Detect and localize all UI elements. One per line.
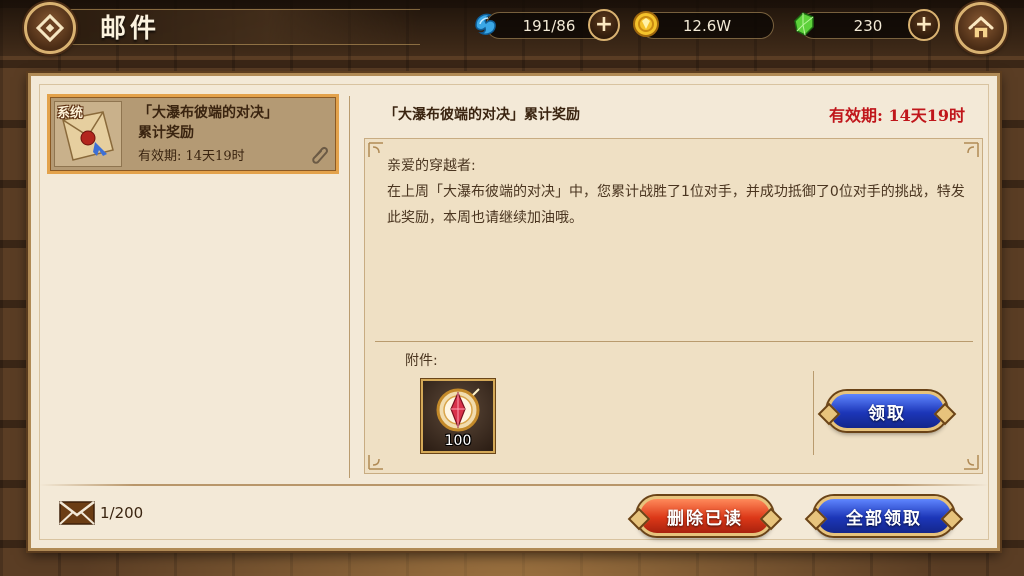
crystal-medal-icon xyxy=(436,388,480,432)
claim-all-button[interactable]: 全部领取 xyxy=(814,496,954,536)
back-diamond-icon xyxy=(35,13,65,43)
home-button[interactable] xyxy=(955,2,1007,54)
envelope-icon xyxy=(59,501,95,525)
footer-divider xyxy=(39,484,989,486)
list-detail-divider xyxy=(349,96,350,478)
add-gem-button[interactable]: + xyxy=(908,9,940,41)
gold-coin-icon xyxy=(631,9,661,39)
green-gem-icon xyxy=(789,9,819,39)
claim-divider xyxy=(813,371,814,455)
letter-thumbnail-icon: 系统 xyxy=(54,101,122,167)
water-crystal-icon xyxy=(470,9,500,39)
add-stamina-button[interactable]: + xyxy=(588,9,620,41)
mail-item-title: 「大瀑布彼端的对决」累计奖励 xyxy=(138,105,278,141)
title-strip xyxy=(40,9,420,45)
letter-greeting: 亲爱的穿越者: xyxy=(387,158,476,174)
corner-ornament-icon xyxy=(964,142,979,157)
corner-ornament-icon xyxy=(368,455,383,470)
mail-item-expiry: 有效期: 14天19时 xyxy=(138,149,245,164)
mail-list-item[interactable]: 系统 「大瀑布彼端的对决」累计奖励 有效期: 14天19时 xyxy=(47,94,339,174)
home-icon xyxy=(968,16,994,39)
back-button[interactable] xyxy=(24,2,76,54)
claim-button[interactable]: 领取 xyxy=(827,391,947,431)
attachment-count: 100 xyxy=(444,433,472,449)
corner-ornament-icon xyxy=(368,142,383,157)
system-tag: 系统 xyxy=(57,106,84,121)
mail-count: 1/200 xyxy=(100,504,144,522)
paperclip-icon xyxy=(312,146,329,164)
letter-text: 在上周「大瀑布彼端的对决」中，您累计战胜了1位对手，并成功抵御了0位对手的挑战，… xyxy=(387,184,965,226)
attachment-label: 附件: xyxy=(405,353,438,369)
detail-title: 「大瀑布彼端的对决」累计奖励 xyxy=(384,107,580,123)
delete-read-button[interactable]: 删除已读 xyxy=(637,496,773,536)
page-title: 邮件 xyxy=(100,14,161,44)
top-bar: 邮件 191/86 + 12.6W 230 + xyxy=(0,0,1024,56)
attachment-item[interactable]: 100 xyxy=(421,379,495,453)
letter-body: 亲爱的穿越者: 在上周「大瀑布彼端的对决」中，您累计战胜了1位对手，并成功抵御了… xyxy=(364,138,983,474)
mail-panel: 系统 「大瀑布彼端的对决」累计奖励 有效期: 14天19时 「大瀑布彼端的对决」… xyxy=(28,73,1000,551)
attachment-divider xyxy=(375,341,973,342)
corner-ornament-icon xyxy=(964,455,979,470)
detail-expiry: 有效期: 14天19时 xyxy=(828,106,965,125)
